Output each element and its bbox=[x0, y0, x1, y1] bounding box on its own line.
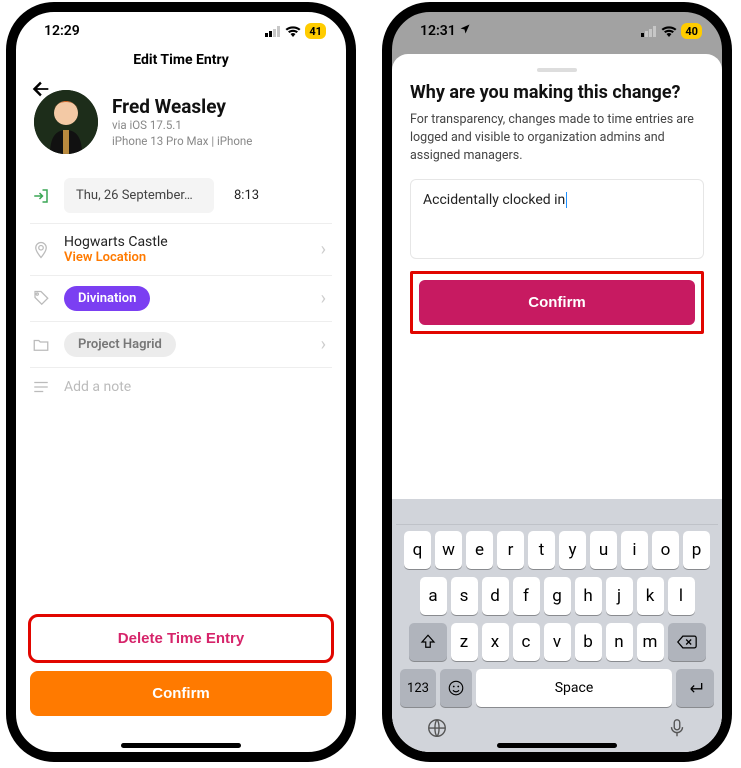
suggestion-bar[interactable] bbox=[396, 505, 718, 525]
keyboard[interactable]: qwertyuiop asdfghjkl zxcvbnm 123 Space bbox=[392, 499, 722, 752]
text-cursor bbox=[566, 192, 567, 208]
profile-section: Fred Weasley via iOS 17.5.1 iPhone 13 Pr… bbox=[16, 80, 346, 168]
sheet-title: Why are you making this change? bbox=[410, 82, 704, 103]
tag-icon bbox=[30, 290, 52, 308]
page-title: Edit Time Entry bbox=[16, 46, 346, 80]
date-field[interactable]: Thu, 26 September… bbox=[64, 178, 214, 213]
status-time: 12:31 bbox=[420, 23, 456, 39]
location-pin-icon bbox=[30, 241, 52, 259]
view-location-link[interactable]: View Location bbox=[64, 250, 309, 265]
battery-indicator: 40 bbox=[681, 23, 702, 39]
chevron-right-icon: › bbox=[321, 239, 332, 260]
key-q[interactable]: q bbox=[404, 531, 431, 569]
mic-icon[interactable] bbox=[666, 717, 688, 744]
project-row[interactable]: Project Hagrid › bbox=[30, 322, 332, 368]
tag-row[interactable]: Divination › bbox=[30, 276, 332, 322]
globe-icon[interactable] bbox=[426, 717, 448, 744]
reason-sheet: Why are you making this change? For tran… bbox=[392, 54, 722, 752]
user-name: Fred Weasley bbox=[112, 95, 252, 118]
user-meta-os: via iOS 17.5.1 bbox=[112, 118, 252, 134]
chevron-right-icon: › bbox=[321, 288, 332, 309]
return-key[interactable] bbox=[676, 669, 714, 707]
key-z[interactable]: z bbox=[451, 623, 478, 661]
key-i[interactable]: i bbox=[621, 531, 648, 569]
status-bar: 12:31 40 bbox=[392, 12, 722, 46]
clockin-icon bbox=[30, 187, 52, 205]
key-v[interactable]: v bbox=[544, 623, 571, 661]
cell-signal-icon bbox=[265, 23, 281, 39]
user-meta-device: iPhone 13 Pro Max | iPhone bbox=[112, 134, 252, 150]
key-j[interactable]: j bbox=[606, 577, 633, 615]
note-icon bbox=[30, 378, 52, 396]
key-s[interactable]: s bbox=[451, 577, 478, 615]
key-t[interactable]: t bbox=[528, 531, 555, 569]
wifi-icon bbox=[661, 23, 677, 39]
backspace-key[interactable] bbox=[668, 623, 706, 661]
emoji-key[interactable] bbox=[440, 669, 472, 707]
wifi-icon bbox=[285, 23, 301, 39]
chevron-right-icon: › bbox=[321, 334, 332, 355]
location-arrow-icon bbox=[459, 23, 471, 39]
space-key[interactable]: Space bbox=[476, 669, 672, 707]
key-y[interactable]: y bbox=[559, 531, 586, 569]
datetime-row[interactable]: Thu, 26 September… 8:13 bbox=[30, 168, 332, 224]
key-a[interactable]: a bbox=[420, 577, 447, 615]
key-o[interactable]: o bbox=[652, 531, 679, 569]
key-g[interactable]: g bbox=[544, 577, 571, 615]
shift-key[interactable] bbox=[409, 623, 447, 661]
location-row[interactable]: Hogwarts Castle View Location › bbox=[30, 224, 332, 276]
status-time: 12:29 bbox=[44, 23, 80, 39]
delete-time-entry-button[interactable]: Delete Time Entry bbox=[30, 616, 332, 661]
confirm-button[interactable]: Confirm bbox=[419, 280, 695, 325]
project-pill[interactable]: Project Hagrid bbox=[64, 332, 176, 357]
folder-icon bbox=[30, 336, 52, 354]
key-m[interactable]: m bbox=[637, 623, 664, 661]
back-icon[interactable] bbox=[30, 78, 52, 104]
key-h[interactable]: h bbox=[575, 577, 602, 615]
key-k[interactable]: k bbox=[637, 577, 664, 615]
key-l[interactable]: l bbox=[668, 577, 695, 615]
phone-left: 12:29 41 Edit Time Entry bbox=[6, 2, 356, 762]
key-c[interactable]: c bbox=[513, 623, 540, 661]
key-f[interactable]: f bbox=[513, 577, 540, 615]
location-name: Hogwarts Castle bbox=[64, 234, 309, 250]
reason-text: Accidentally clocked in bbox=[423, 192, 565, 208]
tag-pill[interactable]: Divination bbox=[64, 286, 150, 311]
sheet-description: For transparency, changes made to time e… bbox=[410, 111, 704, 165]
confirm-highlight-box: Confirm bbox=[410, 271, 704, 334]
key-e[interactable]: e bbox=[466, 531, 493, 569]
battery-indicator: 41 bbox=[305, 23, 326, 39]
time-field[interactable]: 8:13 bbox=[226, 178, 267, 213]
key-p[interactable]: p bbox=[683, 531, 710, 569]
home-indicator bbox=[497, 743, 617, 748]
key-x[interactable]: x bbox=[482, 623, 509, 661]
numbers-key[interactable]: 123 bbox=[400, 669, 436, 707]
key-n[interactable]: n bbox=[606, 623, 633, 661]
phone-right: 12:31 40 Why are you making this change?… bbox=[382, 2, 732, 762]
key-b[interactable]: b bbox=[575, 623, 602, 661]
key-u[interactable]: u bbox=[590, 531, 617, 569]
sheet-handle-icon[interactable] bbox=[537, 68, 577, 72]
key-d[interactable]: d bbox=[482, 577, 509, 615]
key-r[interactable]: r bbox=[497, 531, 524, 569]
note-placeholder: Add a note bbox=[64, 379, 131, 395]
note-row[interactable]: Add a note bbox=[30, 368, 332, 406]
confirm-button[interactable]: Confirm bbox=[30, 671, 332, 716]
key-w[interactable]: w bbox=[435, 531, 462, 569]
reason-input[interactable]: Accidentally clocked in bbox=[410, 179, 704, 259]
home-indicator bbox=[121, 743, 241, 748]
cell-signal-icon bbox=[641, 23, 657, 39]
status-bar: 12:29 41 bbox=[16, 12, 346, 46]
